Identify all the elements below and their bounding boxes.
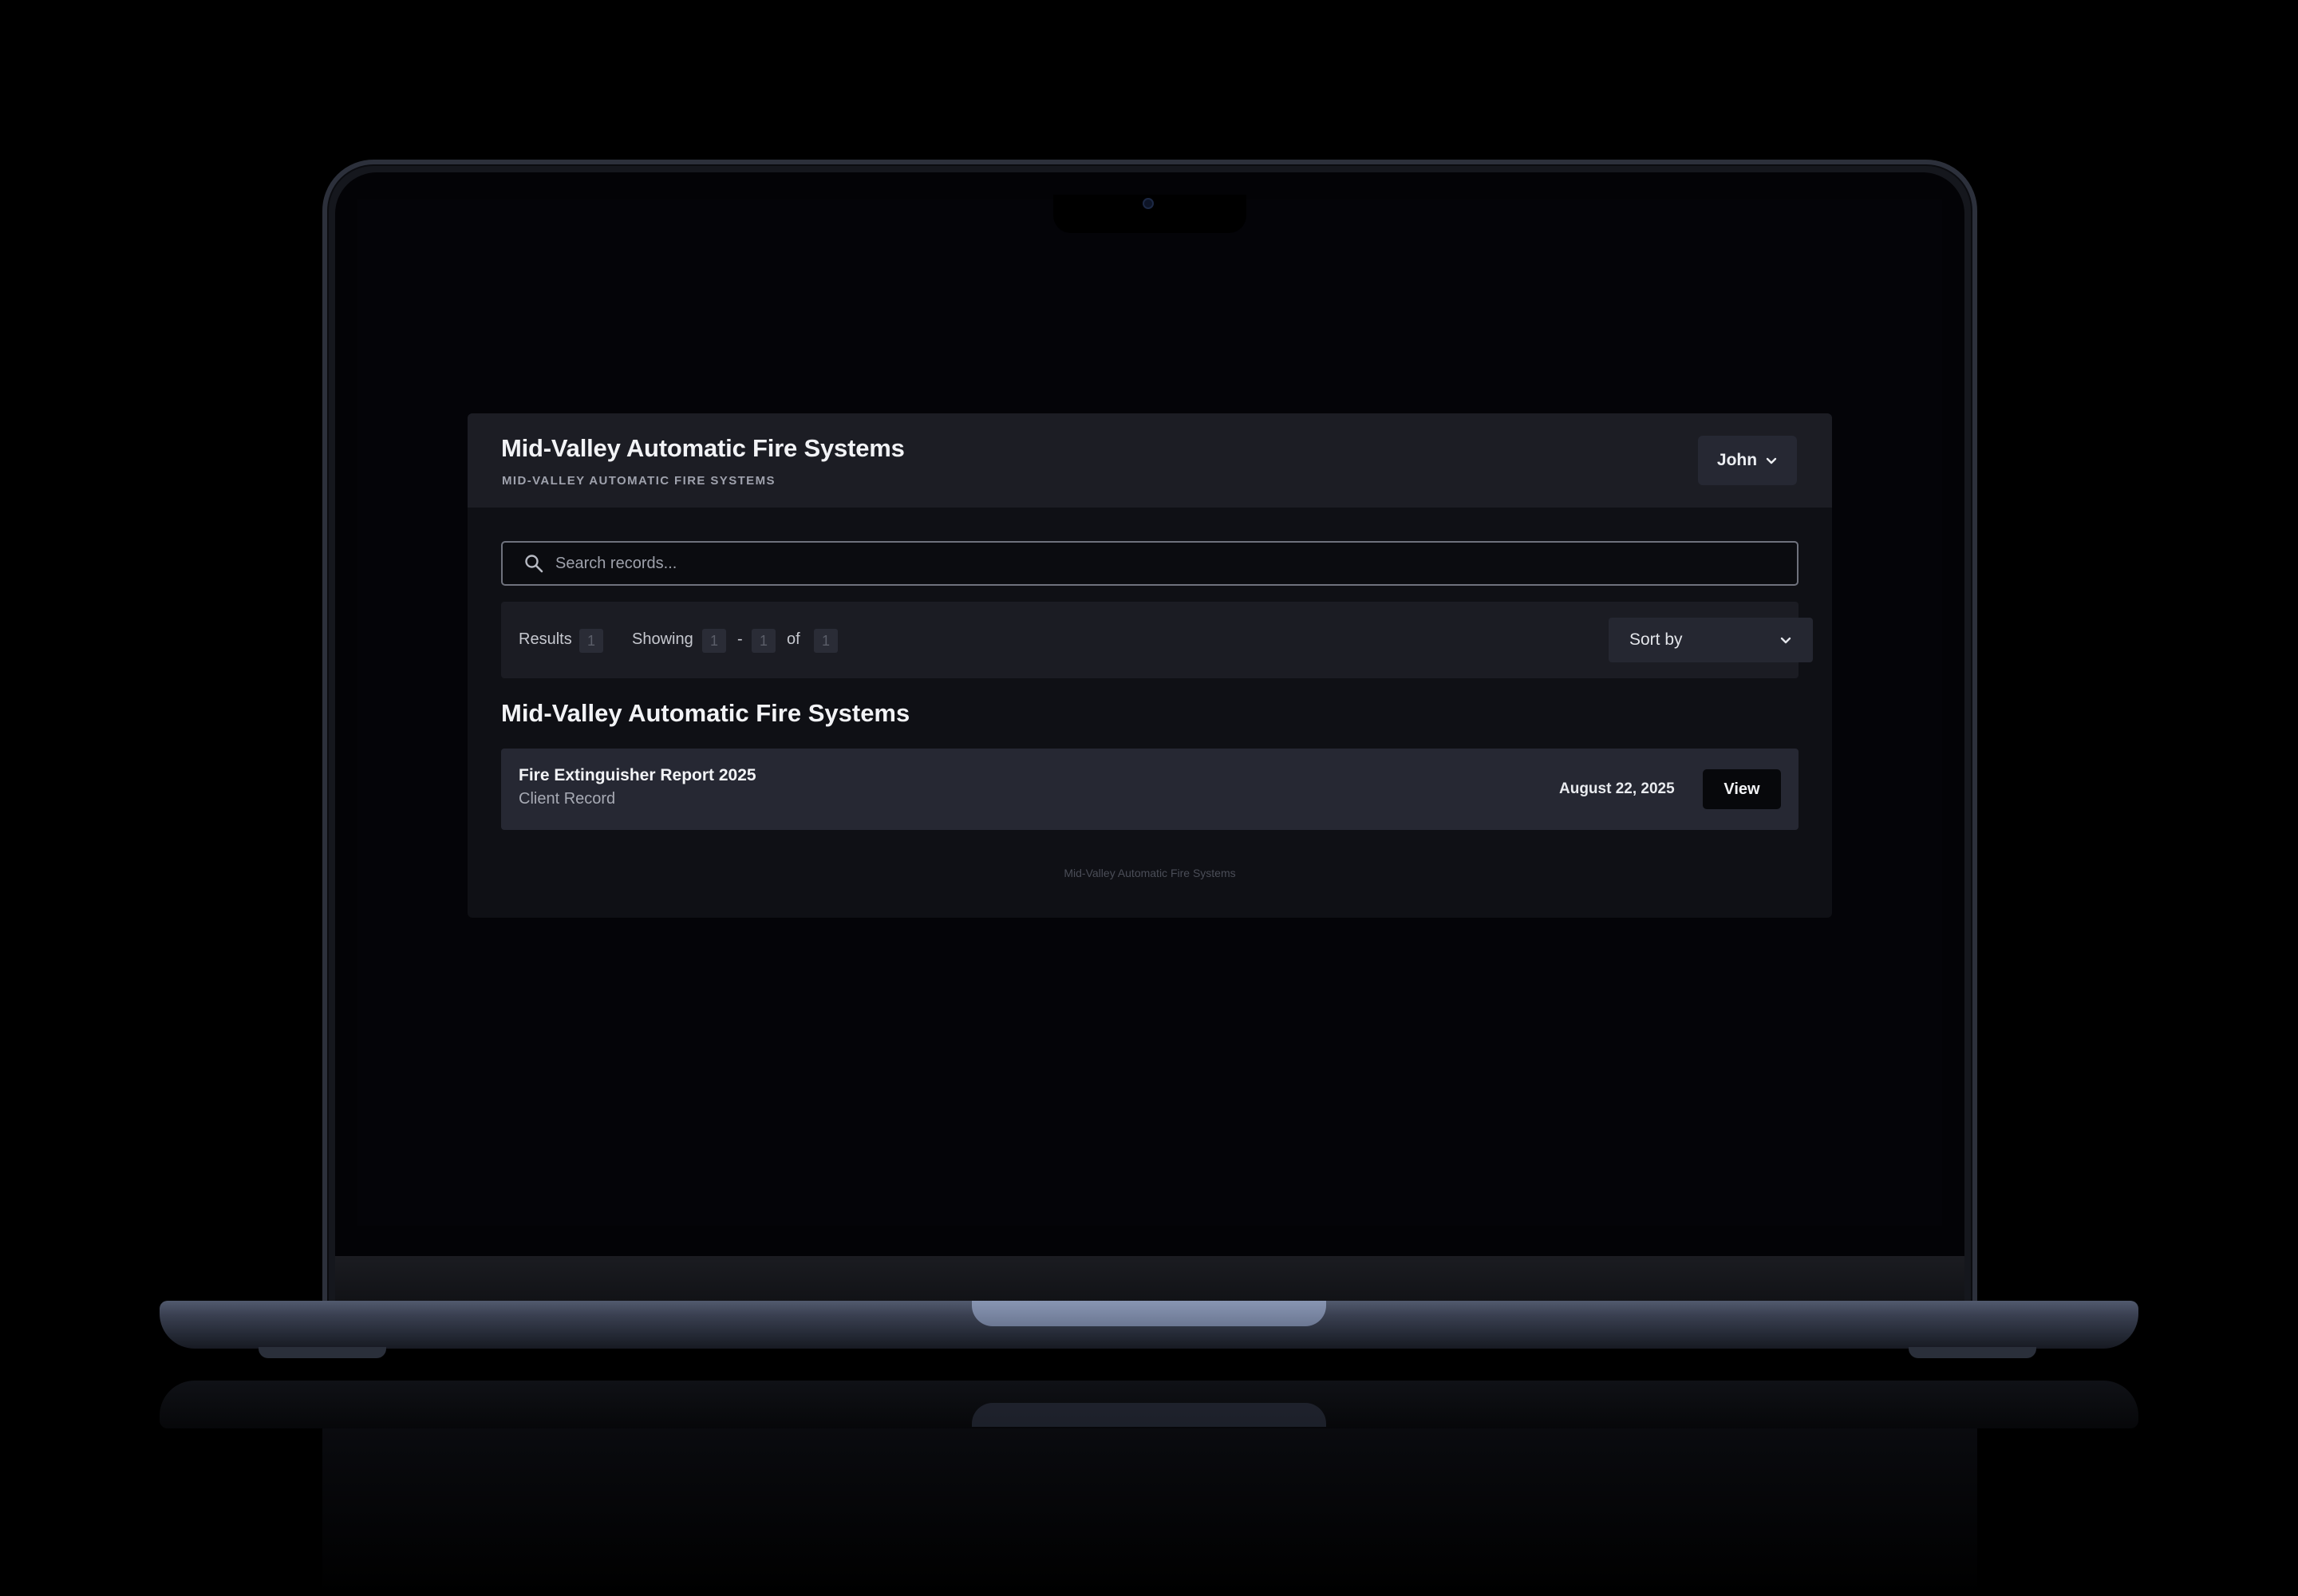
results-bar: Results 1 Showing 1 - 1 of 1 Sort by (501, 602, 1813, 678)
record-row: Fire Extinguisher Report 2025 Client Rec… (501, 749, 1799, 830)
sort-label: Sort by (1629, 630, 1683, 649)
search-icon (525, 555, 543, 573)
record-type: Client Record (519, 790, 616, 808)
lid-opening-notch (972, 1301, 1326, 1326)
sort-dropdown[interactable]: Sort by (1609, 618, 1813, 662)
laptop-foot-right (1909, 1347, 2036, 1358)
camera-icon (1143, 198, 1154, 209)
results-label: Results (519, 630, 572, 648)
screen-chin (335, 1256, 1964, 1302)
user-menu-label: John (1716, 451, 1758, 469)
total-badge: 1 (814, 629, 838, 653)
results-count-badge: 1 (579, 629, 603, 653)
search-bar (501, 541, 1799, 586)
record-date: August 22, 2025 (1559, 780, 1675, 797)
user-menu-button[interactable]: John (1698, 436, 1797, 485)
search-input[interactable] (555, 543, 1797, 584)
range-start-badge: 1 (702, 629, 726, 653)
laptop-reflection-lid (322, 1428, 1977, 1596)
footer-text: Mid-Valley Automatic Fire Systems (1064, 867, 1236, 879)
app-header: Mid-Valley Automatic Fire Systems MID-VA… (468, 413, 1832, 508)
chevron-down-icon (1780, 637, 1791, 644)
range-separator: - (737, 630, 743, 648)
of-label: of (787, 630, 800, 648)
showing-label: Showing (632, 630, 693, 648)
chevron-down-icon (1766, 457, 1777, 464)
records-app: Mid-Valley Automatic Fire Systems MID-VA… (468, 413, 1832, 918)
laptop-reflection-notch (972, 1403, 1326, 1427)
range-end-badge: 1 (752, 629, 776, 653)
page-subtitle: MID-VALLEY AUTOMATIC FIRE SYSTEMS (502, 474, 776, 488)
record-title: Fire Extinguisher Report 2025 (519, 766, 756, 784)
laptop-foot-left (259, 1347, 386, 1358)
page-title: Mid-Valley Automatic Fire Systems (501, 434, 905, 462)
section-title: Mid-Valley Automatic Fire Systems (501, 699, 910, 727)
view-record-button[interactable]: View (1703, 769, 1781, 809)
